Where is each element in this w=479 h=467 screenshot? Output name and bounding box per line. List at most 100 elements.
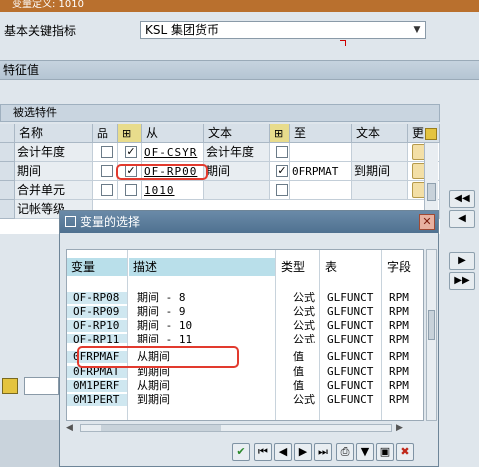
move-right-button[interactable]: ▶ — [449, 252, 475, 270]
field-cell[interactable]: RPM — [389, 334, 423, 343]
var-cell[interactable] — [118, 181, 142, 200]
details-icon[interactable] — [2, 378, 18, 394]
var-cell[interactable]: 0M1PERT — [67, 394, 127, 406]
hier-cell[interactable] — [93, 143, 118, 162]
move-all-left-button[interactable]: ◀◀ — [449, 190, 475, 208]
desc-cell[interactable]: 期间 - 10 — [137, 320, 275, 332]
field-cell[interactable]: RPM — [389, 394, 423, 406]
field-cell[interactable]: RPM — [389, 292, 423, 304]
type-cell[interactable]: 值 — [293, 351, 321, 363]
cancel-icon[interactable]: ✖ — [396, 443, 414, 461]
hier-cell[interactable] — [93, 181, 118, 200]
field-cell[interactable]: RPM — [389, 351, 423, 363]
scroll-thumb[interactable] — [427, 183, 436, 201]
var-cell[interactable]: OF-RP10 — [67, 320, 127, 332]
hierarchy-checkbox[interactable] — [101, 146, 113, 158]
row-selector[interactable] — [0, 200, 15, 219]
save-icon[interactable]: ▣ — [376, 443, 394, 461]
to-cell[interactable]: 0FRPMAT — [290, 162, 352, 181]
table-cell[interactable]: GLFUNCT — [327, 394, 381, 406]
table-cell[interactable]: GLFUNCT — [327, 292, 381, 304]
scroll-thumb[interactable] — [428, 310, 435, 340]
variable-checkbox[interactable] — [125, 184, 137, 196]
table-cell[interactable]: GLFUNCT — [327, 380, 381, 392]
to-value[interactable]: 0FRPMAT — [292, 165, 338, 178]
hierarchy-checkbox[interactable] — [101, 184, 113, 196]
row-selector[interactable] — [0, 143, 15, 162]
field-cell[interactable]: RPM — [389, 366, 423, 378]
move-left-button[interactable]: ◀ — [449, 210, 475, 228]
col-name-header: 名称 — [15, 124, 93, 143]
desc-cell[interactable]: 期间 - 9 — [137, 306, 275, 318]
kpi-value: KSL 集团货币 — [145, 23, 219, 37]
first-page-icon[interactable]: ⏮ — [254, 443, 272, 461]
desc-cell[interactable]: 期间 - 11 — [137, 334, 275, 343]
type-cell[interactable]: 值 — [293, 380, 321, 392]
col-type-header: 类型 — [277, 258, 319, 276]
column-config-icon[interactable] — [425, 127, 438, 140]
to-cell[interactable] — [290, 181, 352, 200]
hscroll-track[interactable] — [80, 424, 392, 432]
desc-cell[interactable]: 期间 - 8 — [137, 292, 275, 304]
select-all-cell[interactable] — [0, 124, 15, 143]
from-cell[interactable]: 1010 — [142, 181, 204, 200]
field-cell[interactable]: RPM — [389, 306, 423, 318]
var-cell[interactable]: OF-RP11 — [67, 334, 127, 343]
variable-checkbox[interactable] — [276, 146, 288, 158]
type-cell[interactable]: 公式 — [293, 306, 321, 318]
row-selector[interactable] — [0, 162, 15, 181]
table-cell[interactable]: GLFUNCT — [327, 334, 381, 343]
scroll-left-icon[interactable]: ◀ — [66, 423, 73, 433]
dialog-hscrollbar[interactable]: ◀ ▶ — [66, 423, 424, 433]
var2-cell[interactable] — [270, 181, 290, 200]
var2-cell[interactable] — [270, 143, 290, 162]
hier-cell[interactable] — [93, 162, 118, 181]
type-cell[interactable]: 值 — [293, 366, 321, 378]
type-cell[interactable]: 公式 — [293, 292, 321, 304]
type-cell[interactable]: 公式 — [293, 334, 321, 343]
dialog-title: 变量的选择 — [80, 215, 141, 229]
variable-icon: ⊞ — [274, 127, 284, 140]
table-cell[interactable]: GLFUNCT — [327, 351, 381, 363]
close-icon[interactable]: ✕ — [419, 214, 435, 230]
type-cell[interactable]: 公式 — [293, 394, 321, 406]
type-cell[interactable]: 公式 — [293, 320, 321, 332]
table-cell[interactable]: GLFUNCT — [327, 306, 381, 318]
chevron-down-icon[interactable]: ▼ — [410, 23, 424, 37]
field-cell[interactable]: RPM — [389, 380, 423, 392]
from-cell[interactable]: OF-CSYR — [142, 143, 204, 162]
var-cell[interactable]: OF-RP09 — [67, 306, 127, 318]
scroll-right-icon[interactable]: ▶ — [396, 423, 403, 433]
col-more-header: 更 — [408, 124, 440, 143]
row-selector[interactable] — [0, 181, 15, 200]
variable-checkbox[interactable]: ✓ — [276, 165, 288, 177]
kpi-select[interactable]: KSL 集团货币 ▼ — [140, 21, 426, 39]
move-all-right-button[interactable]: ▶▶ — [449, 272, 475, 290]
hierarchy-checkbox[interactable] — [101, 165, 113, 177]
var-cell[interactable]: 0M1PERF — [67, 380, 127, 392]
prev-icon[interactable]: ◀ — [274, 443, 292, 461]
var2-cell[interactable]: ✓ — [270, 162, 290, 181]
col-text2-header: 文本 — [352, 124, 408, 143]
table-cell[interactable]: GLFUNCT — [327, 320, 381, 332]
field-cell[interactable]: RPM — [389, 320, 423, 332]
checkmark-icon[interactable]: ✔ — [232, 443, 250, 461]
variable-checkbox[interactable]: ✓ — [125, 146, 137, 158]
desc-cell[interactable]: 从期间 — [137, 380, 275, 392]
dialog-vscrollbar[interactable] — [426, 249, 437, 421]
last-page-icon[interactable]: ⏭ — [314, 443, 332, 461]
filter-icon[interactable]: ▼ — [356, 443, 374, 461]
filter-input[interactable] — [24, 377, 59, 395]
variable-checkbox[interactable] — [276, 184, 288, 196]
table-cell[interactable]: GLFUNCT — [327, 366, 381, 378]
to-cell[interactable] — [290, 143, 352, 162]
var-cell[interactable]: OF-RP08 — [67, 292, 127, 304]
desc-cell[interactable]: 到期间 — [137, 394, 275, 406]
from-value[interactable]: 1010 — [144, 184, 175, 197]
variable-icon: ⊞ — [122, 127, 132, 140]
next-icon[interactable]: ▶ — [294, 443, 312, 461]
from-value[interactable]: OF-CSYR — [144, 146, 197, 159]
print-icon[interactable]: ⎙ — [336, 443, 354, 461]
scroll-thumb[interactable] — [101, 425, 221, 431]
var-cell[interactable]: ✓ — [118, 143, 142, 162]
